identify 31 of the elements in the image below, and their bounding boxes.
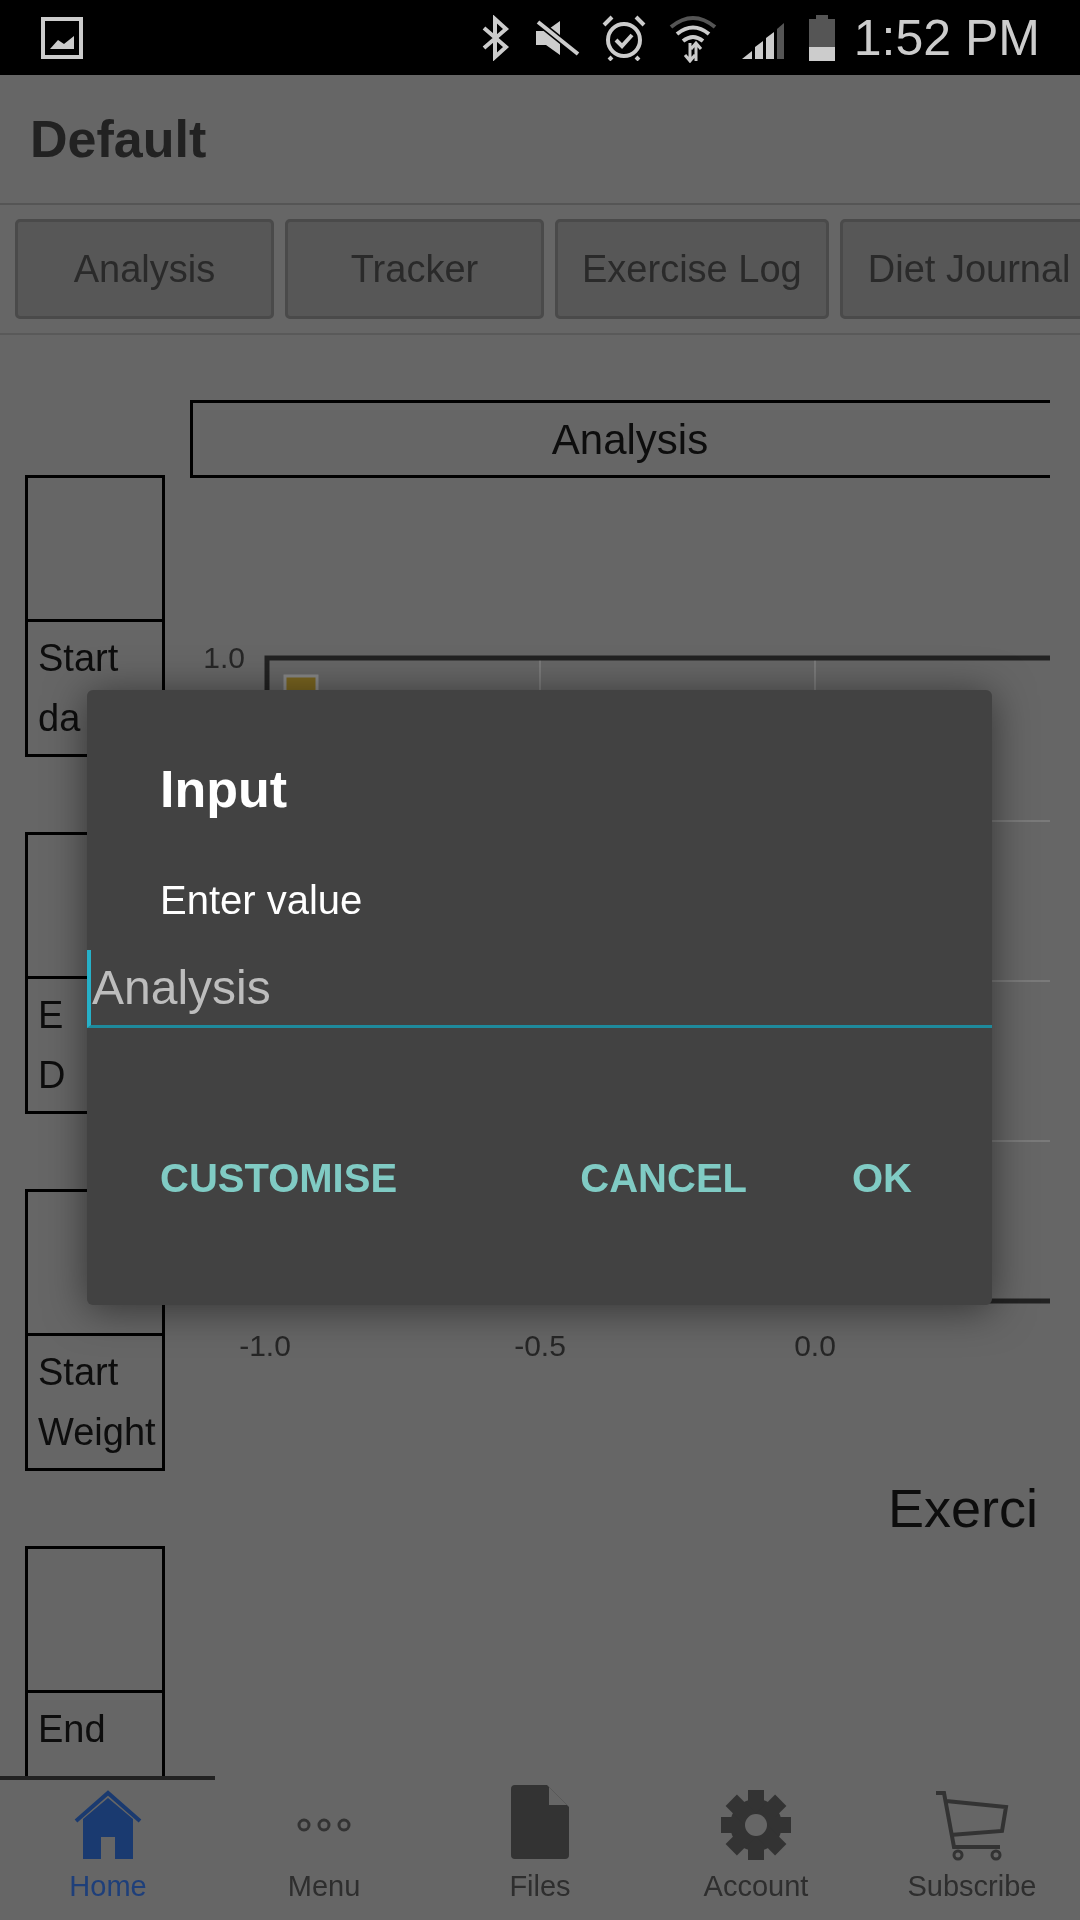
summary-label: Start da xyxy=(38,636,119,741)
alarm-icon xyxy=(601,14,646,61)
dialog-title: Input xyxy=(160,759,288,820)
summary-label: End xyxy=(38,1707,106,1752)
settings-icon xyxy=(720,1788,792,1861)
x-tick-label: -0.5 xyxy=(514,1329,566,1362)
nav-tab[interactable]: Menu xyxy=(216,1780,432,1918)
section-heading: Exerci xyxy=(888,1478,1039,1538)
x-tick-label: 0.0 xyxy=(794,1329,836,1362)
nav-tab[interactable]: Subscribe xyxy=(864,1780,1080,1918)
chart-heading: Analysis xyxy=(551,414,709,465)
app-title: Default xyxy=(30,109,207,170)
summary-label: Start Weight xyxy=(38,1350,156,1455)
dialog-button[interactable]: CANCEL xyxy=(580,1148,747,1208)
nav-tab[interactable]: Home xyxy=(0,1780,216,1918)
cart-icon xyxy=(934,1788,1010,1861)
x-tick-label: -1.0 xyxy=(239,1329,291,1362)
status-time: 1:52 PM xyxy=(853,12,1040,63)
nav-tab[interactable]: Files xyxy=(432,1780,648,1918)
home-icon xyxy=(72,1788,144,1861)
dialog-button[interactable]: OK xyxy=(852,1148,912,1208)
mute-icon xyxy=(533,17,580,58)
dialog-button[interactable]: CUSTOMISE xyxy=(160,1148,398,1208)
input-field[interactable]: Analysis xyxy=(87,950,992,1028)
dialog-message: Enter value xyxy=(160,877,363,924)
battery-icon xyxy=(807,14,836,61)
nav-tab[interactable]: Account xyxy=(648,1780,864,1918)
more-icon xyxy=(296,1816,352,1833)
gallery-icon xyxy=(40,15,84,60)
y-tick-label: 1.0 xyxy=(203,641,245,674)
summary-label: E D xyxy=(38,993,66,1098)
